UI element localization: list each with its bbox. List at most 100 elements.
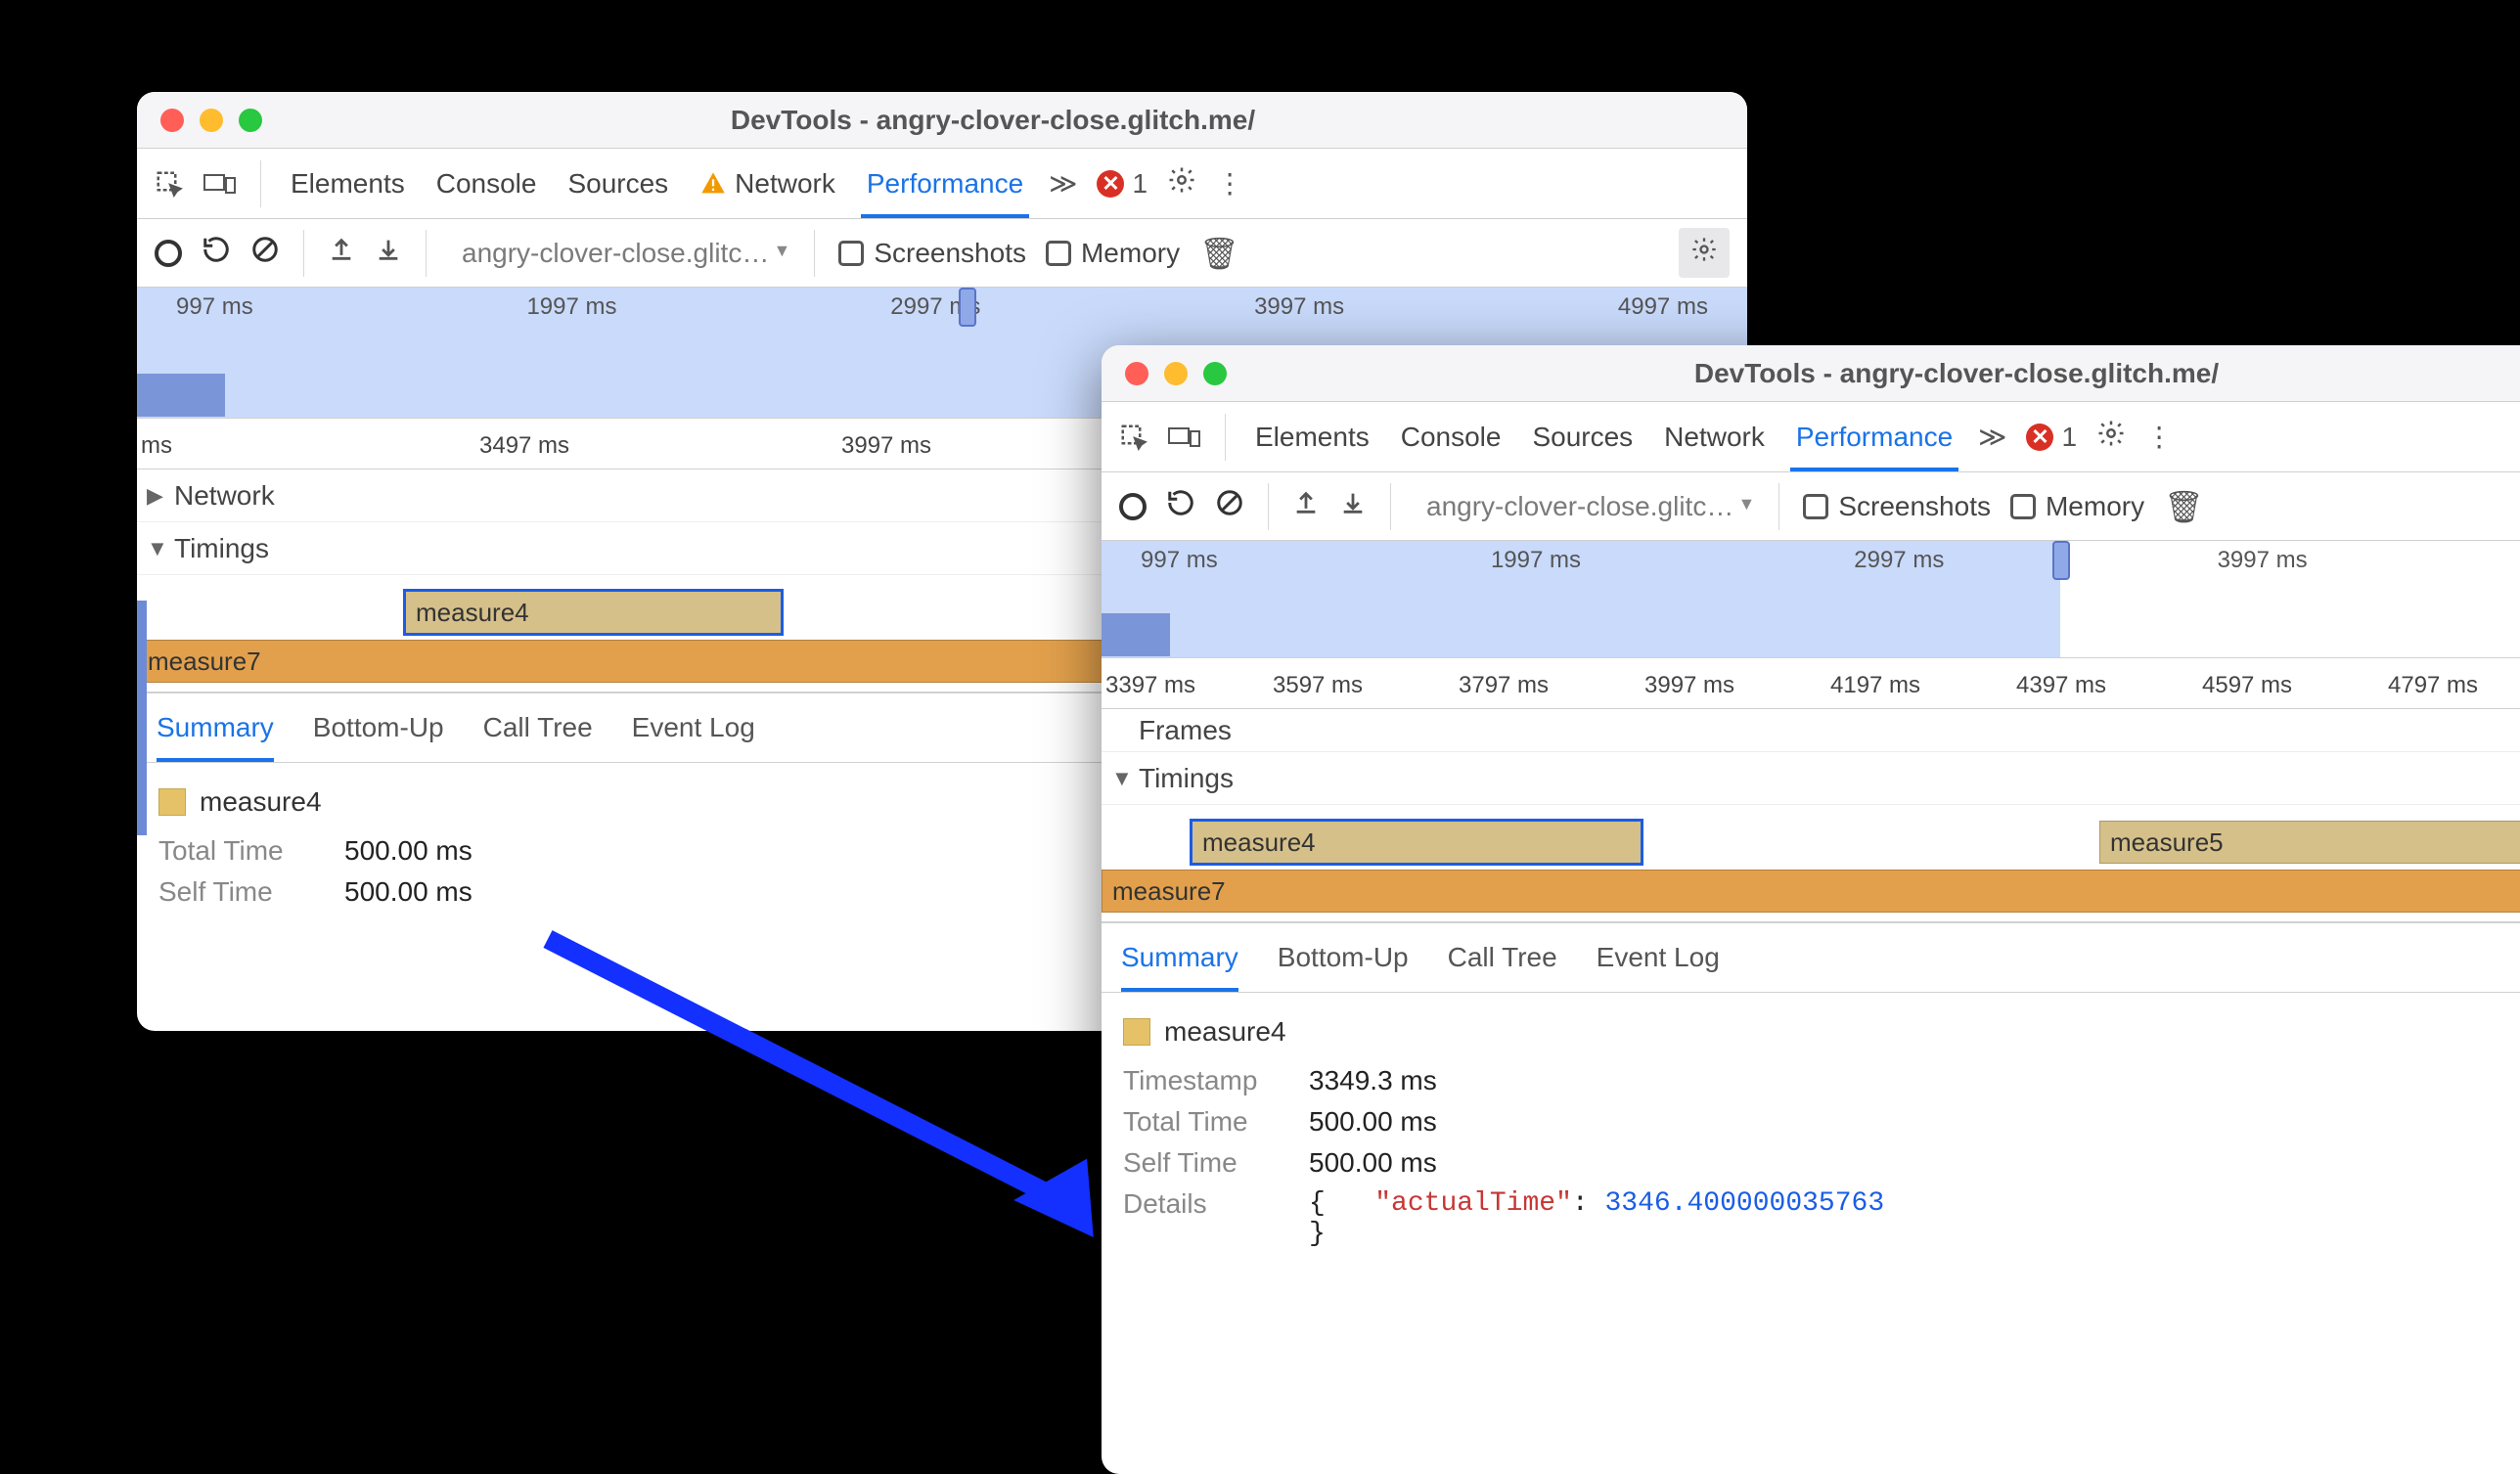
kv-value: 500.00 ms	[1309, 1147, 2520, 1179]
dtab-call-tree[interactable]: Call Tree	[483, 693, 593, 762]
titlebar: DevTools - angry-clover-close.glitch.me/	[1102, 345, 2520, 402]
collect-garbage-icon[interactable]: 🗑	[1199, 235, 1239, 272]
range-handle-left[interactable]	[2052, 541, 2070, 580]
divider	[426, 230, 427, 277]
panel-tabs: Elements Console Sources Network Perform…	[1102, 402, 2520, 472]
upload-icon[interactable]	[328, 236, 355, 270]
time-ruler[interactable]: 3397 ms 3597 ms 3797 ms 3997 ms 4197 ms …	[1102, 658, 2520, 709]
record-icon[interactable]	[1119, 493, 1147, 520]
flame-bar-measure7[interactable]: measure7	[1102, 870, 2520, 913]
screenshots-checkbox[interactable]: Screenshots	[838, 238, 1026, 269]
tab-label: Performance	[1796, 422, 1953, 453]
ruler-tick: 4397 ms	[2016, 672, 2106, 699]
kebab-icon[interactable]: ⋮	[1216, 167, 1243, 200]
kebab-icon[interactable]: ⋮	[2145, 421, 2173, 453]
dtab-event-log[interactable]: Event Log	[1597, 923, 1720, 992]
more-tabs-icon[interactable]: ≫	[1049, 167, 1077, 200]
track-label: Timings	[1139, 763, 1234, 794]
tab-network[interactable]: Network	[694, 149, 841, 218]
detail-tabs: Summary Bottom-Up Call Tree Event Log	[1102, 922, 2520, 993]
profile-select[interactable]: angry-clover-close.glitc…	[450, 234, 790, 273]
profile-select[interactable]: angry-clover-close.glitc…	[1415, 487, 1755, 526]
track-frames[interactable]: Frames	[1102, 709, 2520, 752]
tab-performance[interactable]: Performance	[1790, 402, 1958, 471]
bar-label: measure5	[2110, 827, 2224, 858]
close-icon[interactable]	[160, 109, 184, 132]
dtab-bottom-up[interactable]: Bottom-Up	[1278, 923, 1409, 992]
inspect-icon[interactable]	[1119, 423, 1148, 452]
brace: }	[1309, 1219, 1326, 1249]
minimize-icon[interactable]	[1164, 362, 1188, 385]
checkbox-icon	[838, 241, 864, 266]
tab-label: Network	[1664, 422, 1765, 453]
track-timings[interactable]: ▼ Timings	[1102, 752, 2520, 805]
dtab-event-log[interactable]: Event Log	[632, 693, 755, 762]
brace: {	[1309, 1188, 1326, 1219]
record-icon[interactable]	[155, 240, 182, 267]
clear-icon[interactable]	[250, 235, 280, 271]
ruler-tick: 3597 ms	[1273, 672, 1363, 699]
tab-elements[interactable]: Elements	[285, 149, 411, 218]
settings-icon[interactable]	[1167, 165, 1196, 201]
kv-key: Timestamp	[1123, 1065, 1309, 1096]
checkbox-label: Memory	[2046, 491, 2144, 522]
more-tabs-icon[interactable]: ≫	[1978, 421, 2006, 453]
traffic-lights	[160, 109, 262, 132]
dtab-label: Event Log	[632, 712, 755, 743]
bar-label: measure4	[1202, 827, 1316, 858]
panel-tabs: Elements Console Sources Network Perform…	[137, 149, 1747, 219]
tab-console[interactable]: Console	[1395, 402, 1508, 471]
dtab-summary[interactable]: Summary	[1121, 923, 1238, 992]
dtab-label: Event Log	[1597, 942, 1720, 973]
device-icon[interactable]	[1168, 423, 1201, 452]
download-icon[interactable]	[1339, 489, 1367, 523]
upload-icon[interactable]	[1292, 489, 1320, 523]
dtab-call-tree[interactable]: Call Tree	[1448, 923, 1557, 992]
tab-console[interactable]: Console	[430, 149, 543, 218]
error-icon: ✕	[2026, 424, 2053, 451]
minimize-icon[interactable]	[200, 109, 223, 132]
tab-performance[interactable]: Performance	[861, 149, 1029, 218]
screenshots-checkbox[interactable]: Screenshots	[1803, 491, 1991, 522]
memory-checkbox[interactable]: Memory	[2010, 491, 2144, 522]
tab-sources[interactable]: Sources	[1526, 402, 1639, 471]
close-icon[interactable]	[1125, 362, 1148, 385]
checkbox-icon	[2010, 494, 2036, 519]
reload-icon[interactable]	[202, 235, 231, 271]
download-icon[interactable]	[375, 236, 402, 270]
bar-label: measure7	[148, 647, 261, 677]
flame-chart[interactable]: measure4 measure5 measure7	[1102, 805, 2520, 922]
zoom-icon[interactable]	[239, 109, 262, 132]
dtab-summary[interactable]: Summary	[157, 693, 274, 762]
tab-sources[interactable]: Sources	[562, 149, 674, 218]
flame-bar-measure4[interactable]: measure4	[1192, 821, 1642, 864]
flame-bar-measure5[interactable]: measure5	[2099, 821, 2520, 864]
tab-elements[interactable]: Elements	[1249, 402, 1375, 471]
range-handle-left[interactable]	[959, 288, 976, 327]
inspect-icon[interactable]	[155, 169, 184, 199]
capture-settings-icon[interactable]	[1679, 228, 1730, 278]
clear-icon[interactable]	[1215, 488, 1244, 524]
tab-label: Sources	[567, 168, 668, 200]
dtab-bottom-up[interactable]: Bottom-Up	[313, 693, 444, 762]
titlebar: DevTools - angry-clover-close.glitch.me/	[137, 92, 1747, 149]
memory-checkbox[interactable]: Memory	[1046, 238, 1180, 269]
perf-toolbar: angry-clover-close.glitc… Screenshots Me…	[137, 219, 1747, 288]
flame-bar-measure4[interactable]: measure4	[405, 591, 782, 634]
color-swatch-icon	[1123, 1018, 1150, 1046]
reload-icon[interactable]	[1166, 488, 1195, 524]
settings-icon[interactable]	[2096, 419, 2126, 455]
ruler-tick: 3997 ms	[841, 432, 931, 460]
zoom-icon[interactable]	[1203, 362, 1227, 385]
error-badge[interactable]: ✕ 1	[2026, 422, 2077, 453]
overview-timeline[interactable]: 997 ms 1997 ms 2997 ms 3997 ms 4997 ms C…	[1102, 541, 2520, 658]
dtab-label: Summary	[157, 712, 274, 743]
tab-network[interactable]: Network	[1658, 402, 1771, 471]
error-badge[interactable]: ✕ 1	[1097, 168, 1148, 200]
collect-garbage-icon[interactable]: 🗑	[2164, 488, 2204, 525]
kv-value: 500.00 ms	[1309, 1106, 2520, 1138]
kv-key: Self Time	[1123, 1147, 1309, 1179]
tab-label: Elements	[291, 168, 405, 200]
device-icon[interactable]	[203, 169, 237, 199]
tick-label: 1997 ms	[526, 293, 616, 321]
